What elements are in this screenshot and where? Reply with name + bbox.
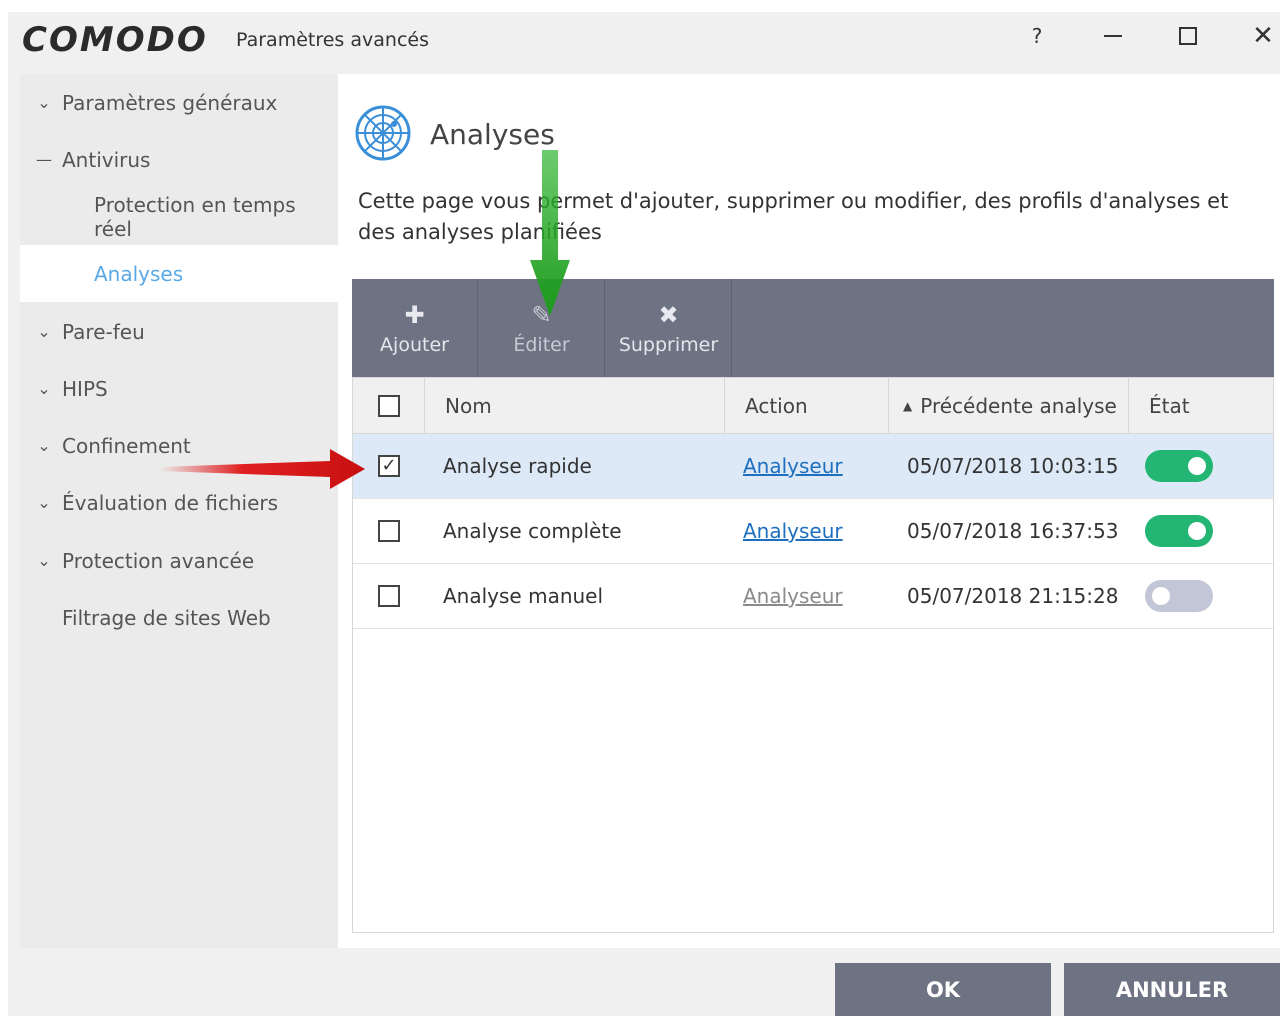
chevron-down-icon: ⌄ [37,93,51,112]
add-label: Ajouter [380,334,449,356]
row-select-cell [353,564,425,628]
toggle-knob [1188,522,1206,540]
sidebar-item-firewall[interactable]: ⌄ Pare-feu [20,303,338,360]
add-button[interactable]: ✚ Ajouter [352,279,478,377]
page-title: Analyses [430,118,555,151]
title-bar: COMODO Paramètres avancés ? ✕ [8,12,1280,70]
globe-scan-icon [355,105,411,161]
row-previous-scan: 05/07/2018 21:15:28 [907,584,1119,608]
cancel-button[interactable]: ANNULER [1064,963,1280,1016]
sidebar-item-label: Protection avancée [62,548,255,573]
chevron-down-icon: ⌄ [37,551,51,570]
help-icon: ? [1031,24,1043,48]
maximize-button[interactable] [1163,18,1213,54]
close-button[interactable]: ✕ [1238,18,1280,54]
toggle-knob [1188,457,1206,475]
main-content: Analyses Cette page vous permet d'ajoute… [338,74,1280,948]
table-row[interactable]: Analyse manuel Analyseur 05/07/2018 21:1… [353,564,1273,629]
chevron-down-icon: ⌄ [37,436,51,455]
sidebar-item-label: Protection en temps réel [94,192,296,241]
column-header-state[interactable]: État [1129,378,1273,433]
settings-window: COMODO Paramètres avancés ? ✕ ⌄ Paramètr… [8,12,1280,1016]
collapse-minus-icon: — [36,150,52,169]
sidebar-item-label: Pare-feu [62,319,145,344]
sidebar-item-label: HIPS [62,376,108,401]
row-checkbox[interactable] [378,520,400,542]
column-header-name[interactable]: Nom [425,378,725,433]
pencil-icon: ✎ [531,301,552,329]
chevron-down-icon: ⌄ [37,322,51,341]
maximize-icon [1179,27,1197,45]
sidebar-item-label: Confinement [62,433,191,458]
sidebar-item-web-filtering[interactable]: Filtrage de sites Web [20,589,338,646]
table-header: Nom Action ▲ Précédente analyse État [353,378,1273,434]
scanner-link[interactable]: Analyseur [743,584,843,608]
sidebar-item-realtime-protection[interactable]: Protection en temps réel [20,188,338,245]
minimize-icon [1104,35,1122,37]
state-toggle[interactable] [1145,580,1213,612]
sidebar-item-antivirus[interactable]: — Antivirus [20,131,338,188]
page-description: Cette page vous permet d'ajouter, suppri… [358,189,1229,244]
sidebar-item-label: Filtrage de sites Web [62,605,271,630]
sidebar-item-label: Analyses [94,261,184,286]
row-previous-scan: 05/07/2018 10:03:15 [907,454,1119,478]
header-select-all [353,378,425,433]
select-all-checkbox[interactable] [377,394,400,417]
row-name: Analyse manuel [443,584,604,608]
sidebar-item-advanced-protection[interactable]: ⌄ Protection avancée [20,532,338,589]
edit-button[interactable]: ✎ Éditer [479,279,605,377]
sidebar-item-containment[interactable]: ⌄ Confinement [20,417,338,474]
checkmark-icon: ✓ [381,455,397,476]
toolbar: ✚ Ajouter ✎ Éditer ✖ Supprimer [352,279,1274,377]
row-checkbox[interactable] [378,585,400,607]
state-toggle[interactable] [1145,450,1213,482]
column-header-previous-scan[interactable]: ▲ Précédente analyse [889,378,1129,433]
edit-label: Éditer [513,334,570,356]
window-title: Paramètres avancés [236,29,429,51]
sidebar-item-analyses[interactable]: Analyses [20,245,338,302]
row-select-cell: ✓ [353,434,425,498]
sidebar-item-general-settings[interactable]: ⌄ Paramètres généraux [20,74,338,131]
comodo-logo: COMODO [22,20,208,60]
state-toggle[interactable] [1145,515,1213,547]
row-select-cell [353,499,425,563]
table-row[interactable]: Analyse complète Analyseur 05/07/2018 16… [353,499,1273,564]
scanner-link[interactable]: Analyseur [743,454,843,478]
cross-icon: ✖ [658,301,679,329]
sort-ascending-icon: ▲ [903,398,913,413]
plus-icon: ✚ [404,301,425,329]
ok-button[interactable]: OK [835,963,1051,1016]
sidebar-item-label: Antivirus [62,147,151,172]
chevron-down-icon: ⌄ [37,379,51,398]
close-icon: ✕ [1252,21,1274,51]
sidebar-item-label: Évaluation de fichiers [62,490,279,515]
delete-button[interactable]: ✖ Supprimer [606,279,732,377]
sidebar-item-hips[interactable]: ⌄ HIPS [20,360,338,417]
sidebar-item-label: Paramètres généraux [62,90,278,115]
minimize-button[interactable] [1088,18,1138,54]
row-name: Analyse rapide [443,454,592,478]
column-header-label: Action [745,393,808,418]
sidebar: ⌄ Paramètres généraux — Antivirus Protec… [20,74,338,948]
sidebar-item-file-rating[interactable]: ⌄ Évaluation de fichiers [20,474,338,531]
row-previous-scan: 05/07/2018 16:37:53 [907,519,1119,543]
chevron-down-icon: ⌄ [37,493,51,512]
row-checkbox[interactable]: ✓ [378,455,400,477]
column-header-label: Nom [445,393,492,418]
table-row[interactable]: ✓ Analyse rapide Analyseur 05/07/2018 10… [353,434,1273,499]
column-header-label: État [1149,393,1190,418]
toggle-knob [1152,587,1170,605]
delete-label: Supprimer [618,334,719,356]
help-button[interactable]: ? [1012,18,1062,54]
row-name: Analyse complète [443,519,622,543]
scanner-link[interactable]: Analyseur [743,519,843,543]
column-header-action[interactable]: Action [725,378,889,433]
scan-profiles-table: Nom Action ▲ Précédente analyse État ✓ An… [352,377,1274,933]
column-header-label: Précédente analyse [920,393,1117,418]
